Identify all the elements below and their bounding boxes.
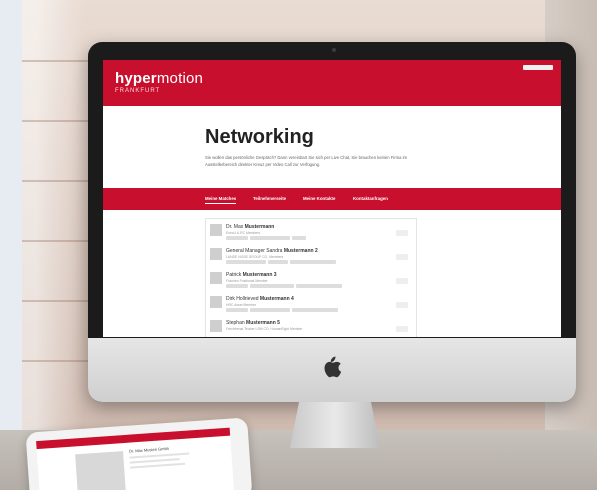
- nav-item-matches[interactable]: Meine Matches: [205, 196, 237, 204]
- nav-item-participants[interactable]: Teilnehmerseite: [253, 196, 286, 201]
- profile-detail-line: [129, 452, 190, 459]
- person-name: Dr. Max Mustermann: [226, 224, 275, 230]
- tablet-screen: Dr. Max Musteri Gmbh: [36, 427, 235, 490]
- tag-list: [226, 260, 336, 264]
- list-item[interactable]: Dr. Max Mustermann ExecU & RC Members: [210, 224, 410, 246]
- profile-detail-line: [130, 462, 186, 469]
- person-name: Stephan Mustermann 5: [226, 320, 280, 326]
- avatar-icon: [210, 224, 222, 236]
- apple-logo-icon: [324, 356, 342, 378]
- profile-photo: [75, 451, 127, 490]
- person-name: General Manager Sandra Mustermann 2: [226, 248, 318, 254]
- avatar-icon: [210, 272, 222, 284]
- camera-icon: [332, 48, 336, 52]
- intro-text: Sie wollen das persönliche Gespräch? Dan…: [205, 155, 408, 167]
- person-company: HRC Asset Member: [226, 303, 256, 307]
- imac-stand: [290, 402, 380, 448]
- header-login-button[interactable]: [523, 65, 553, 70]
- page-title: Networking: [205, 126, 314, 148]
- left-border: [0, 0, 22, 490]
- person-name: Dirk Hollrieved Mustermann 4: [226, 296, 294, 302]
- tag-list: [226, 284, 342, 288]
- person-name: Patrick Mustermann 3: [226, 272, 277, 278]
- match-badge: [396, 230, 408, 236]
- brand-light: motion: [156, 70, 204, 87]
- brand-subtitle: FRANKFURT: [115, 88, 161, 94]
- tag-list: [226, 308, 338, 312]
- monitor-screen: hypermotion FRANKFURT Networking Sie wol…: [103, 60, 561, 337]
- profile-name: Dr. Max Musteri Gmbh: [128, 445, 170, 454]
- match-badge: [396, 302, 408, 308]
- avatar-icon: [210, 320, 222, 332]
- person-company: Fraunen Positional Member: [226, 279, 268, 283]
- brand-strong: hyper: [115, 70, 157, 87]
- match-badge: [396, 254, 408, 260]
- tag-list: [226, 236, 306, 240]
- match-badge: [396, 278, 408, 284]
- imac-chin: [88, 338, 576, 402]
- nav-item-requests[interactable]: Kontaktanfragen: [353, 196, 388, 201]
- people-list: Dr. Max Mustermann ExecU & RC Members Ge…: [205, 218, 417, 337]
- brand-logo[interactable]: hypermotion: [115, 70, 203, 87]
- person-company: ExecU & RC Members: [226, 231, 261, 235]
- avatar-icon: [210, 296, 222, 308]
- networking-nav: Meine Matches Teilnehmerseite Meine Kont…: [103, 188, 561, 210]
- list-item[interactable]: Patrick Mustermann 3 Fraunen Positional …: [210, 272, 410, 294]
- list-item[interactable]: General Manager Sandra Mustermann 2 LAND…: [210, 248, 410, 270]
- avatar-icon: [210, 248, 222, 260]
- imac-monitor: hypermotion FRANKFURT Networking Sie wol…: [88, 42, 576, 402]
- nav-item-contacts[interactable]: Meine Kontakte: [303, 196, 335, 201]
- photo-scene: hypermotion FRANKFURT Networking Sie wol…: [0, 0, 597, 490]
- site-header: hypermotion FRANKFURT: [103, 60, 561, 106]
- list-item[interactable]: Stephan Mustermann 5 Frechfrenat Teuber …: [210, 320, 410, 337]
- person-company: LANDE NOSE GROUP CO, Members: [226, 255, 284, 259]
- person-company: Frechfrenat Teuber LSM CO, HumanEight Me…: [226, 327, 303, 331]
- match-badge: [396, 326, 408, 332]
- tablet-header-bar: [36, 427, 231, 450]
- list-item[interactable]: Dirk Hollrieved Mustermann 4 HRC Asset M…: [210, 296, 410, 318]
